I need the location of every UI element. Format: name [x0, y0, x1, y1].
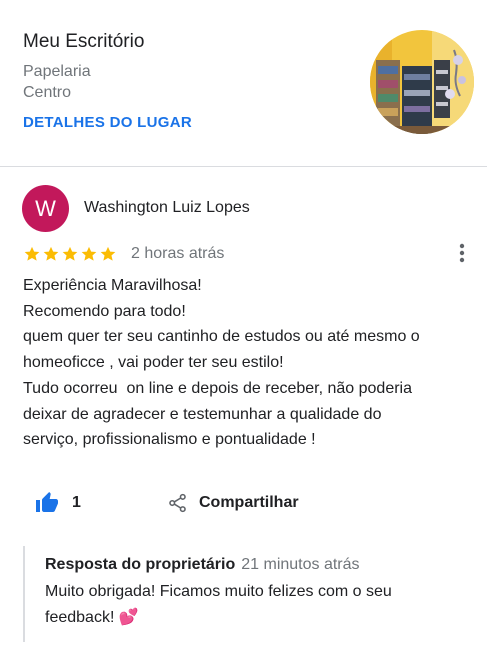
review-text-line: serviço, profissionalismo e pontualidade…: [23, 431, 316, 449]
star-icon: [43, 246, 59, 261]
rating-stars: [23, 245, 118, 263]
more-options-button[interactable]: [450, 240, 474, 266]
owner-reply: Resposta do proprietário 21 minutos atrás…: [23, 546, 465, 642]
review-text-line: deixar de agradecer e testemunhar a qual…: [23, 405, 382, 423]
place-photo-image: [370, 30, 474, 134]
owner-reply-header: Resposta do proprietário 21 minutos atrás: [45, 556, 360, 574]
owner-reply-label: Resposta do proprietário: [45, 556, 236, 573]
star-icon: [62, 246, 78, 261]
place-details-link[interactable]: DETALHES DO LUGAR: [23, 114, 192, 131]
star-icon: [100, 246, 116, 261]
review-text-line: Tudo ocorreu on line e depois de receber…: [23, 379, 413, 397]
share-label: Compartilhar: [199, 494, 299, 511]
review-text-line: quem quer ter seu cantinho de estudos ou…: [23, 328, 420, 346]
like-count: 1: [72, 494, 81, 511]
review-text: Experiência Maravilhosa! Recomendo para …: [23, 273, 478, 453]
place-area: Centro: [23, 84, 72, 101]
star-icon: [81, 246, 97, 261]
share-button[interactable]: Compartilhar: [167, 490, 299, 516]
review-text-line: Recomendo para todo!: [23, 302, 186, 320]
star-icon: [24, 246, 40, 261]
more-vert-icon: [459, 243, 465, 263]
reviewer-avatar[interactable]: W: [22, 185, 69, 232]
reviewer-name[interactable]: Washington Luiz Lopes: [84, 199, 250, 217]
place-name: Meu Escritório: [23, 31, 145, 52]
place-photo[interactable]: [370, 30, 474, 134]
review-text-line: homeoficce , vai poder ter seu estilo!: [23, 354, 284, 372]
review-text-line: Experiência Maravilhosa!: [23, 277, 202, 294]
owner-reply-time: 21 minutos atrás: [241, 556, 360, 573]
share-icon: [169, 493, 186, 513]
thumb-up-icon: [36, 492, 58, 512]
place-category: Papelaria: [23, 63, 91, 80]
owner-reply-text: Muito obrigada! Ficamos muito felizes co…: [45, 583, 392, 626]
place-header: Meu Escritório Papelaria Centro DETALHES…: [0, 0, 487, 167]
like-button[interactable]: 1: [35, 490, 81, 516]
review-time: 2 horas atrás: [131, 245, 225, 262]
